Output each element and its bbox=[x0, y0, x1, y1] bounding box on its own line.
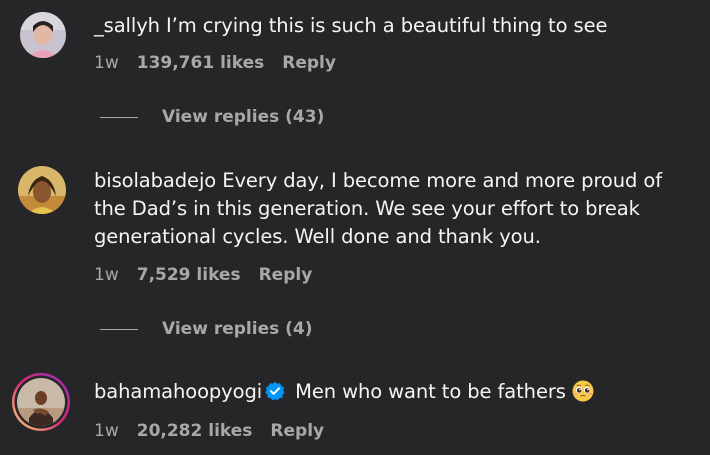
comment-body: Men who want to be fathers bbox=[295, 380, 566, 403]
comment-likes[interactable]: 20,282 likes bbox=[137, 421, 253, 441]
comment-time[interactable]: 1w bbox=[94, 53, 119, 73]
avatar[interactable] bbox=[20, 12, 66, 58]
view-replies-button[interactable]: View replies (4) bbox=[100, 319, 313, 339]
comment-username[interactable]: _sallyh bbox=[94, 14, 160, 37]
comment-meta: 1w 20,282 likes Reply bbox=[94, 421, 324, 441]
verified-badge-icon bbox=[265, 381, 285, 409]
comment-likes[interactable]: 7,529 likes bbox=[137, 265, 241, 285]
view-replies-label: View replies (4) bbox=[162, 319, 313, 339]
comment-username[interactable]: bahamahoopyogi bbox=[94, 380, 262, 403]
avatar[interactable] bbox=[18, 166, 66, 214]
reply-button[interactable]: Reply bbox=[282, 53, 336, 73]
comment-meta: 1w 7,529 likes Reply bbox=[94, 265, 312, 285]
view-replies-button[interactable]: View replies (43) bbox=[100, 107, 324, 127]
comment-text: _sallyh I’m crying this is such a beauti… bbox=[94, 12, 698, 40]
pleading-face-emoji-icon bbox=[572, 380, 594, 410]
replies-divider bbox=[100, 328, 138, 330]
comment-text: bisolabadejo Every day, I become more an… bbox=[94, 167, 698, 251]
view-replies-label: View replies (43) bbox=[162, 107, 325, 127]
reply-button[interactable]: Reply bbox=[270, 421, 324, 441]
comment-time[interactable]: 1w bbox=[94, 421, 119, 441]
replies-divider bbox=[100, 116, 138, 118]
comment-meta: 1w 139,761 likes Reply bbox=[94, 53, 336, 73]
reply-button[interactable]: Reply bbox=[259, 265, 313, 285]
comment-likes[interactable]: 139,761 likes bbox=[137, 53, 265, 73]
comment-time[interactable]: 1w bbox=[94, 265, 119, 285]
comment-body: I’m crying this is such a beautiful thin… bbox=[166, 14, 608, 37]
comment-username[interactable]: bisolabadejo bbox=[94, 169, 216, 192]
comment-text: bahamahoopyogi Men who want to be father… bbox=[94, 378, 698, 410]
avatar-story-ring[interactable] bbox=[11, 372, 71, 432]
